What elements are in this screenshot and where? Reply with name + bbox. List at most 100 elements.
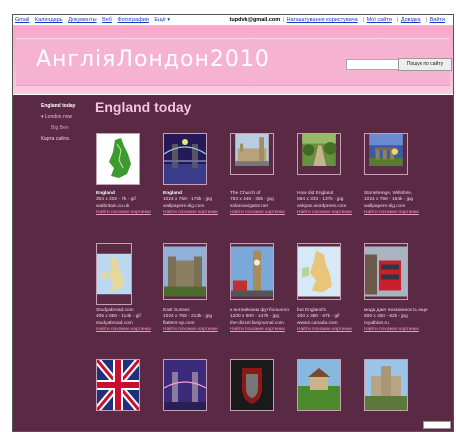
sidebar-item-big-ben[interactable]: Big Ben: [51, 125, 87, 131]
image-domain: www2.canada.com: [297, 320, 338, 326]
uk-map-thumbnail[interactable]: [96, 243, 132, 305]
image-size: 1024 x 768 - 176k - jpg: [163, 197, 213, 203]
london-bus-thumbnail[interactable]: [364, 243, 408, 300]
image-title: East Sussex: [163, 308, 190, 313]
parliament-thumbnail[interactable]: [230, 133, 274, 175]
image-size: 1024 x 768 - 164k - jpg: [364, 197, 414, 203]
image-size: 1200 x 900 - 147k - jpg: [230, 314, 280, 320]
find-similar-link[interactable]: Найти похожие картинки: [163, 210, 218, 215]
google-bar: Gmail Календарь Документы Веб Фотографии…: [13, 15, 453, 26]
image-result: East Sussex 1024 x 768 - 213k - jpg flatte…: [163, 243, 227, 333]
gbar-link-settings[interactable]: Налаштування користувача: [287, 17, 358, 23]
gbar-link-gmail[interactable]: Gmail: [15, 17, 29, 23]
image-domain: wallpapers-dig.com: [163, 203, 205, 209]
gbar-more-menu[interactable]: Ещё ▾: [154, 17, 170, 23]
image-result: England 1024 x 768 - 176k - jpg wallpapers…: [163, 133, 227, 216]
countryside-thumbnail[interactable]: [297, 133, 341, 175]
find-similar-link[interactable]: Найти похожие картинки: [96, 210, 151, 215]
sidebar-item-sitemap[interactable]: Карта сайта: [41, 136, 87, 142]
image-result: Studyabroad.com 405 x 650 - 114k - gif stu…: [96, 243, 160, 333]
image-result: к английским футбольного 1200 x 900 - 147…: [230, 243, 294, 333]
image-title: к английским футбольного: [230, 308, 290, 313]
image-size: 304 x 202 - 7k - gif: [96, 197, 136, 203]
tower-bridge-night-thumbnail[interactable]: [163, 359, 207, 411]
separator: |: [362, 17, 365, 23]
image-result: How did England 594 x 333 - 137k - jpg ask…: [297, 133, 361, 216]
image-size: 400 x 380 - 67k - gif: [297, 314, 340, 320]
image-title: England: [96, 191, 115, 196]
image-title: мода дает возможность еще: [364, 308, 428, 313]
page-corner-widget: [423, 421, 451, 429]
separator: |: [425, 17, 428, 23]
gbar-link-signout[interactable]: Вийти: [430, 17, 445, 23]
image-size: 594 x 333 - 137k - jpg: [297, 197, 344, 203]
gbar-link-web[interactable]: Веб: [102, 17, 112, 23]
browser-frame: Gmail Календарь Документы Веб Фотографии…: [12, 14, 454, 432]
image-domain: solarnavigator.net: [230, 203, 268, 209]
user-email: tupdvk@gmail.com: [229, 17, 281, 23]
sidebar-item-england-today[interactable]: England today: [41, 103, 87, 109]
site-title[interactable]: АнгліяЛондон2010: [36, 47, 270, 72]
gbar-apps: Gmail Календарь Документы Веб Фотографии…: [15, 15, 170, 25]
separator: |: [396, 17, 399, 23]
stonehenge-thumbnail[interactable]: [364, 133, 408, 175]
gbar-link-my-sites[interactable]: Мої сайти: [367, 17, 392, 23]
image-title: The Church of: [230, 191, 261, 196]
image-domain: flatters-vp.com: [163, 320, 195, 326]
image-size: 405 x 650 - 114k - gif: [96, 314, 141, 320]
find-similar-link[interactable]: Найти похожие картинки: [364, 210, 419, 215]
find-similar-link[interactable]: Найти похожие картинки: [230, 327, 285, 332]
image-domain: askpan.wordpress.com: [297, 203, 347, 209]
gbar-account: tupdvk@gmail.com | Налаштування користув…: [230, 15, 449, 25]
image-size: 600 x 450 - 62k - jpg: [364, 314, 408, 320]
england-map-thumbnail[interactable]: [96, 133, 140, 185]
britain-map-thumbnail[interactable]: [297, 243, 341, 300]
image-domain: wallpapers-dig.com: [364, 203, 406, 209]
sidebar-nav: England today ▾ London now Big Ben Карта…: [27, 103, 87, 147]
find-similar-link[interactable]: Найти похожие картинки: [230, 210, 285, 215]
image-result: [364, 359, 428, 411]
page-title: England today: [95, 99, 192, 115]
image-result: England 304 x 202 - 7k - gif watbritain.co…: [96, 133, 160, 216]
gbar-link-calendar[interactable]: Календарь: [35, 17, 63, 23]
image-result: [163, 359, 227, 411]
site-header: АнгліяЛондон2010 Пошук по сайту: [13, 26, 453, 94]
windsor-castle-thumbnail[interactable]: [364, 359, 408, 411]
union-jack-thumbnail[interactable]: [96, 359, 140, 411]
image-result: [230, 359, 294, 411]
image-domain: the-dizzel.livejournal.com: [230, 320, 284, 326]
site-search-button[interactable]: Пошук по сайту: [398, 58, 452, 71]
coat-of-arms-thumbnail[interactable]: [230, 359, 274, 411]
image-result: [297, 359, 361, 411]
image-result: [96, 359, 160, 411]
find-similar-link[interactable]: Найти похожие картинки: [163, 327, 218, 332]
find-similar-link[interactable]: Найти похожие картинки: [297, 210, 352, 215]
image-result: but England's 400 x 380 - 67k - gif www2.c…: [297, 243, 361, 333]
sidebar-item-label: London now: [44, 114, 73, 120]
image-title: England: [163, 191, 182, 196]
find-similar-link[interactable]: Найти похожие картинки: [297, 327, 352, 332]
tower-bridge-thumbnail[interactable]: [163, 133, 207, 185]
image-title: Studyabroad.com: [96, 308, 134, 313]
big-ben-thumbnail[interactable]: [230, 243, 274, 300]
image-domain: watbritain.co.uk: [96, 203, 130, 209]
find-similar-link[interactable]: Найти похожие картинки: [96, 327, 151, 332]
sidebar-item-london-now[interactable]: ▾ London now: [41, 114, 87, 120]
image-domain: studyabroad.com: [96, 320, 133, 326]
image-size: 783 x 446 - 35k - jpg: [230, 197, 274, 203]
find-similar-link[interactable]: Найти похожие картинки: [364, 327, 419, 332]
site-search-input[interactable]: [346, 59, 400, 70]
image-title: How did England: [297, 191, 334, 196]
gbar-link-photos[interactable]: Фотографии: [117, 17, 148, 23]
village-thumbnail[interactable]: [297, 359, 341, 411]
main-content: England today ▾ London now Big Ben Карта…: [13, 95, 453, 431]
gbar-link-help[interactable]: Довідка: [401, 17, 421, 23]
castle-thumbnail[interactable]: [163, 243, 207, 300]
image-domain: myalbion.ru: [364, 320, 389, 326]
header-band: АнгліяЛондон2010 Пошук по сайту: [16, 38, 452, 86]
separator: |: [282, 17, 285, 23]
gbar-link-docs[interactable]: Документы: [68, 17, 96, 23]
image-size: 1024 x 768 - 213k - jpg: [163, 314, 213, 320]
image-result: Stonehenge, Wiltshire, 1024 x 768 - 164k …: [364, 133, 428, 216]
image-result: мода дает возможность еще 600 x 450 - 62k…: [364, 243, 428, 333]
